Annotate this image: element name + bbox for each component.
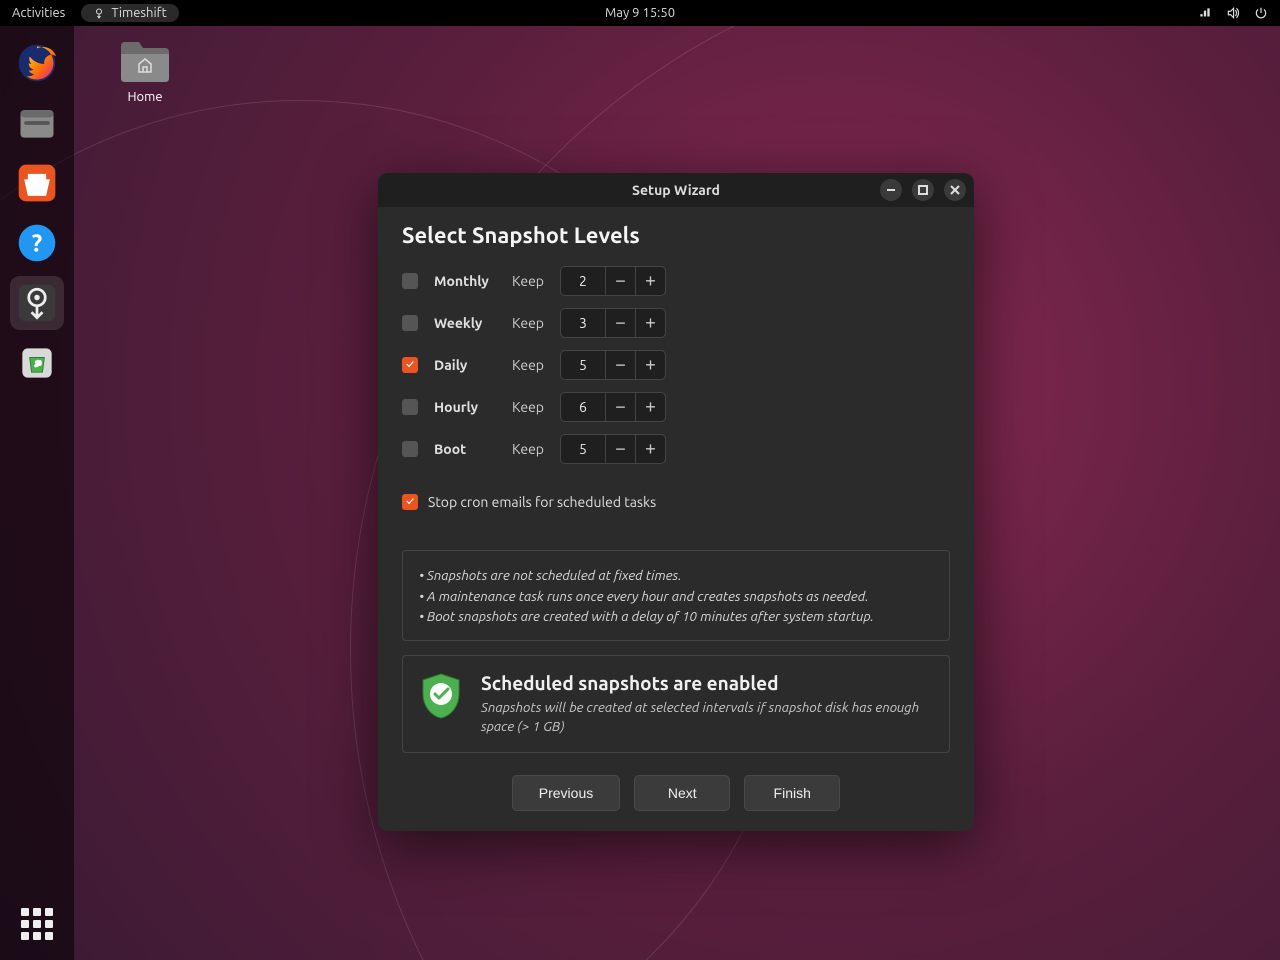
daily-decrement-button[interactable]: − [605, 350, 635, 380]
dock-help[interactable]: ? [10, 216, 64, 270]
dock-firefox[interactable] [10, 36, 64, 90]
desktop-home-folder[interactable]: Home [110, 40, 180, 104]
keep-label: Keep [512, 441, 544, 457]
weekly-checkbox[interactable] [402, 315, 418, 331]
wizard-buttons: Previous Next Finish [402, 753, 950, 811]
dock-trash[interactable] [10, 336, 64, 390]
level-row-daily: Daily Keep 5 − + [402, 350, 950, 380]
next-button[interactable]: Next [634, 775, 730, 811]
daily-checkbox[interactable] [402, 357, 418, 373]
timeshift-app-icon [15, 281, 59, 325]
level-row-boot: Boot Keep 5 − + [402, 434, 950, 464]
boot-increment-button[interactable]: + [635, 434, 665, 464]
window-title: Setup Wizard [632, 182, 720, 198]
desktop-home-label: Home [110, 90, 180, 104]
info-line: Boot snapshots are created with a delay … [419, 606, 933, 626]
volume-icon[interactable] [1226, 6, 1240, 20]
weekly-label: Weekly [434, 315, 496, 331]
app-menu-button[interactable]: Timeshift [81, 4, 178, 22]
monthly-decrement-button[interactable]: − [605, 266, 635, 296]
dock-software[interactable] [10, 156, 64, 210]
previous-button[interactable]: Previous [512, 775, 620, 811]
level-row-hourly: Hourly Keep 6 − + [402, 392, 950, 422]
level-row-monthly: Monthly Keep 2 − + [402, 266, 950, 296]
weekly-decrement-button[interactable]: − [605, 308, 635, 338]
boot-checkbox[interactable] [402, 441, 418, 457]
minimize-button[interactable] [880, 179, 902, 201]
weekly-keep-spinner: 3 − + [560, 308, 666, 338]
info-line: A maintenance task runs once every hour … [419, 586, 933, 606]
boot-keep-value[interactable]: 5 [561, 441, 605, 457]
keep-label: Keep [512, 399, 544, 415]
folder-icon [119, 40, 171, 84]
dock: ? [0, 26, 74, 960]
boot-decrement-button[interactable]: − [605, 434, 635, 464]
svg-text:?: ? [32, 229, 42, 256]
top-bar: Activities Timeshift May 9 15:50 [0, 0, 1280, 26]
software-icon [15, 161, 59, 205]
timeshift-icon [93, 7, 105, 19]
hourly-keep-value[interactable]: 6 [561, 399, 605, 415]
daily-keep-spinner: 5 − + [560, 350, 666, 380]
keep-label: Keep [512, 357, 544, 373]
monthly-increment-button[interactable]: + [635, 266, 665, 296]
level-row-weekly: Weekly Keep 3 − + [402, 308, 950, 338]
hourly-keep-spinner: 6 − + [560, 392, 666, 422]
daily-label: Daily [434, 357, 496, 373]
monthly-keep-spinner: 2 − + [560, 266, 666, 296]
titlebar[interactable]: Setup Wizard [378, 173, 974, 207]
power-icon[interactable] [1254, 6, 1268, 20]
hourly-label: Hourly [434, 399, 496, 415]
setup-wizard-window: Setup Wizard Select Snapshot Levels Mont… [378, 173, 974, 831]
daily-keep-value[interactable]: 5 [561, 357, 605, 373]
activities-button[interactable]: Activities [12, 6, 65, 20]
status-desc: Snapshots will be created at selected in… [481, 698, 933, 736]
app-menu-label: Timeshift [111, 6, 166, 20]
weekly-increment-button[interactable]: + [635, 308, 665, 338]
firefox-icon [15, 41, 59, 85]
stop-cron-row: Stop cron emails for scheduled tasks [402, 494, 950, 510]
daily-increment-button[interactable]: + [635, 350, 665, 380]
shield-check-icon [419, 672, 463, 720]
page-heading: Select Snapshot Levels [402, 223, 950, 248]
close-button[interactable] [944, 179, 966, 201]
boot-label: Boot [434, 441, 496, 457]
stop-cron-label: Stop cron emails for scheduled tasks [428, 494, 656, 510]
monthly-keep-value[interactable]: 2 [561, 273, 605, 289]
finish-button[interactable]: Finish [744, 775, 840, 811]
info-line: Snapshots are not scheduled at fixed tim… [419, 565, 933, 585]
keep-label: Keep [512, 315, 544, 331]
dock-timeshift[interactable] [10, 276, 64, 330]
maximize-button[interactable] [912, 179, 934, 201]
hourly-increment-button[interactable]: + [635, 392, 665, 422]
hourly-checkbox[interactable] [402, 399, 418, 415]
network-icon[interactable] [1198, 6, 1212, 20]
clock[interactable]: May 9 15:50 [605, 6, 675, 20]
monthly-label: Monthly [434, 273, 496, 289]
help-icon: ? [15, 221, 59, 265]
monthly-checkbox[interactable] [402, 273, 418, 289]
files-icon [15, 101, 59, 145]
show-apps-button[interactable] [21, 908, 53, 940]
keep-label: Keep [512, 273, 544, 289]
weekly-keep-value[interactable]: 3 [561, 315, 605, 331]
stop-cron-checkbox[interactable] [402, 494, 418, 510]
status-box: Scheduled snapshots are enabled Snapshot… [402, 655, 950, 753]
hourly-decrement-button[interactable]: − [605, 392, 635, 422]
status-title: Scheduled snapshots are enabled [481, 672, 933, 694]
boot-keep-spinner: 5 − + [560, 434, 666, 464]
dock-files[interactable] [10, 96, 64, 150]
info-box: Snapshots are not scheduled at fixed tim… [402, 550, 950, 641]
trash-icon [15, 341, 59, 385]
